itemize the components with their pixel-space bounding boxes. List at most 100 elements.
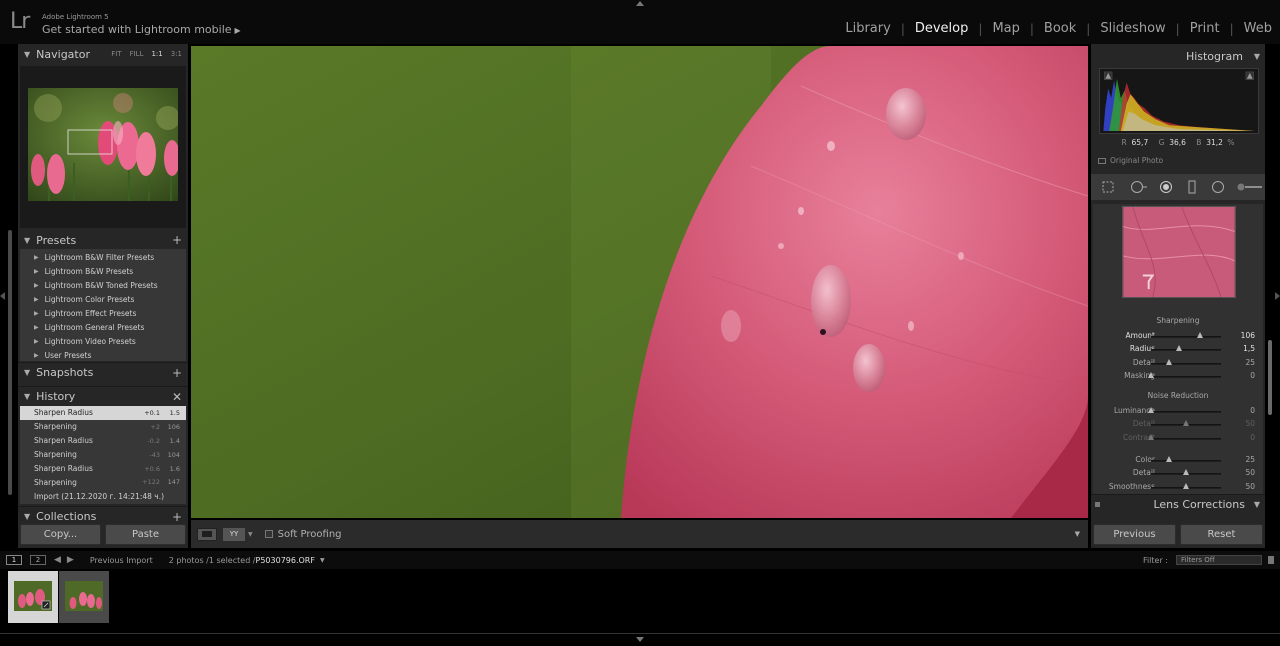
preset-folder[interactable]: ▶ Lightroom Effect Presets — [20, 307, 186, 321]
slider-value[interactable]: 25 — [1245, 455, 1255, 464]
back-arrow-icon[interactable]: ◀ — [54, 555, 67, 565]
slider-color[interactable]: Color 25 — [1093, 454, 1263, 466]
preset-folder[interactable]: ▶ Lightroom B&W Filter Presets — [20, 251, 186, 265]
lightroom-mobile-link[interactable]: Get started with Lightroom mobile ▶ — [42, 23, 241, 36]
slider-track[interactable] — [1151, 459, 1221, 462]
presets-header[interactable]: ▼ Presets + — [18, 230, 188, 250]
slider-knob[interactable] — [1183, 420, 1189, 427]
slider-smoothness[interactable]: Smoothness 50 — [1093, 481, 1263, 493]
play-arrow-icon[interactable]: ▶ — [235, 26, 241, 35]
slider-value[interactable]: 0 — [1250, 406, 1255, 415]
slider-value[interactable]: 0 — [1250, 433, 1255, 442]
history-row[interactable]: Sharpening -43 104 — [20, 448, 186, 462]
history-row[interactable]: Sharpen Radius -0.2 1.4 — [20, 434, 186, 448]
main-screen-button[interactable]: 1 — [6, 555, 22, 565]
slider-detail[interactable]: Detail 25 — [1093, 357, 1263, 369]
loupe-view-button[interactable] — [197, 527, 217, 541]
slider-value[interactable]: 106 — [1241, 331, 1255, 340]
expand-triangle-icon[interactable]: ▶ — [34, 296, 39, 303]
slider-knob[interactable] — [1148, 433, 1154, 440]
reset-button[interactable]: Reset — [1180, 524, 1263, 545]
module-print[interactable]: Print — [1180, 21, 1230, 36]
detail-zoom-preview[interactable] — [1122, 206, 1236, 298]
clear-history-icon[interactable]: ✕ — [172, 390, 182, 404]
module-develop[interactable]: Develop — [905, 21, 979, 36]
collapse-triangle-icon[interactable]: ▼ — [1254, 500, 1260, 509]
preset-folder[interactable]: ▶ Lightroom Video Presets — [20, 334, 186, 348]
slider-knob[interactable] — [1183, 482, 1189, 489]
preset-folder[interactable]: ▶ Lightroom General Presets — [20, 320, 186, 334]
filter-lock-icon[interactable] — [1268, 556, 1274, 564]
original-photo-toggle[interactable]: Original Photo — [1098, 156, 1163, 165]
slider-knob[interactable] — [1183, 469, 1189, 476]
slider-amount[interactable]: Amount 106 — [1093, 330, 1263, 342]
module-web[interactable]: Web — [1234, 21, 1272, 36]
slider-detail[interactable]: Detail 50 — [1093, 467, 1263, 479]
histogram-header[interactable]: Histogram ▼ — [1091, 46, 1265, 66]
filmstrip-source[interactable]: Previous Import — [90, 556, 153, 565]
adjustment-brush-icon[interactable] — [1237, 180, 1263, 194]
red-eye-correction-icon[interactable] — [1159, 180, 1173, 194]
collapse-triangle-icon[interactable]: ▼ — [24, 368, 30, 377]
history-row[interactable]: Sharpening +2 106 — [20, 420, 186, 434]
slider-detail[interactable]: Detail 50 — [1093, 418, 1263, 430]
slider-track[interactable] — [1151, 336, 1221, 338]
module-library[interactable]: Library — [835, 21, 900, 36]
left-panel-scrollbar[interactable] — [8, 230, 12, 495]
paste-settings-button[interactable]: Paste — [105, 524, 186, 545]
crop-overlay-icon[interactable] — [1101, 180, 1115, 194]
expand-triangle-icon[interactable]: ▶ — [34, 268, 39, 275]
soft-proofing-checkbox[interactable] — [264, 530, 273, 538]
second-screen-button[interactable]: 2 — [30, 555, 46, 565]
toolbar-content-chevron-icon[interactable]: ▼ — [1075, 530, 1080, 538]
copy-settings-button[interactable]: Copy... — [20, 524, 101, 545]
left-panel-toggle-icon[interactable] — [0, 292, 5, 300]
collapse-triangle-icon[interactable]: ▼ — [24, 236, 30, 245]
module-slideshow[interactable]: Slideshow — [1090, 21, 1175, 36]
previous-button[interactable]: Previous — [1093, 524, 1176, 545]
slider-knob[interactable] — [1148, 371, 1154, 378]
expand-triangle-icon[interactable]: ▶ — [34, 310, 39, 317]
add-preset-icon[interactable]: + — [172, 233, 182, 247]
mobile-link-label[interactable]: Get started with Lightroom mobile — [42, 23, 232, 36]
slider-luminance[interactable]: Luminance 0 — [1093, 405, 1263, 417]
filename-dropdown-icon[interactable]: ▼ — [320, 557, 325, 564]
slider-value[interactable]: 0 — [1250, 371, 1255, 380]
expand-triangle-icon[interactable]: ▶ — [34, 352, 39, 359]
expand-triangle-icon[interactable]: ▶ — [34, 338, 39, 345]
slider-masking[interactable]: Masking 0 — [1093, 370, 1263, 382]
expand-triangle-icon[interactable]: ▶ — [34, 282, 39, 289]
preset-folder[interactable]: ▶ User Presets — [20, 348, 186, 362]
graduated-filter-icon[interactable] — [1185, 180, 1199, 194]
preset-folder[interactable]: ▶ Lightroom B&W Toned Presets — [20, 279, 186, 293]
slider-track[interactable] — [1151, 362, 1221, 365]
slider-knob[interactable] — [1176, 345, 1182, 352]
expand-triangle-icon[interactable]: ▶ — [34, 324, 39, 331]
slider-value[interactable]: 1,5 — [1243, 344, 1255, 353]
preset-folder[interactable]: ▶ Lightroom B&W Presets — [20, 265, 186, 279]
slider-knob[interactable] — [1148, 407, 1154, 413]
filter-dropdown[interactable]: Filters Off — [1176, 555, 1262, 565]
slider-contrast[interactable]: Contrast 0 — [1093, 432, 1263, 444]
preset-folder[interactable]: ▶ Lightroom Color Presets — [20, 293, 186, 307]
panel-switch-icon[interactable] — [1095, 502, 1100, 507]
slider-value[interactable]: 50 — [1245, 468, 1255, 477]
spot-removal-icon[interactable] — [1127, 180, 1147, 194]
snapshots-header[interactable]: ▼ Snapshots + — [18, 362, 188, 382]
history-row[interactable]: Sharpening +122 147 — [20, 475, 186, 489]
before-after-button[interactable]: YY — [223, 527, 245, 541]
slider-knob[interactable] — [1165, 358, 1172, 365]
history-row[interactable]: Sharpen Radius +0.1 1.5 — [20, 406, 186, 420]
filmstrip-toggle-icon[interactable] — [636, 637, 644, 642]
slider-track[interactable] — [1151, 375, 1221, 378]
right-panel-toggle-icon[interactable] — [1275, 292, 1280, 300]
slider-value[interactable]: 50 — [1245, 482, 1255, 491]
slider-radius[interactable]: Radius 1,5 — [1093, 343, 1263, 355]
radial-filter-icon[interactable] — [1211, 180, 1225, 194]
right-panel-scrollbar[interactable] — [1268, 340, 1272, 415]
module-map[interactable]: Map — [982, 21, 1029, 36]
slider-knob[interactable] — [1197, 332, 1203, 338]
add-snapshot-icon[interactable]: + — [172, 366, 182, 380]
slider-track[interactable] — [1151, 437, 1221, 440]
collapse-triangle-icon[interactable]: ▼ — [24, 512, 30, 521]
